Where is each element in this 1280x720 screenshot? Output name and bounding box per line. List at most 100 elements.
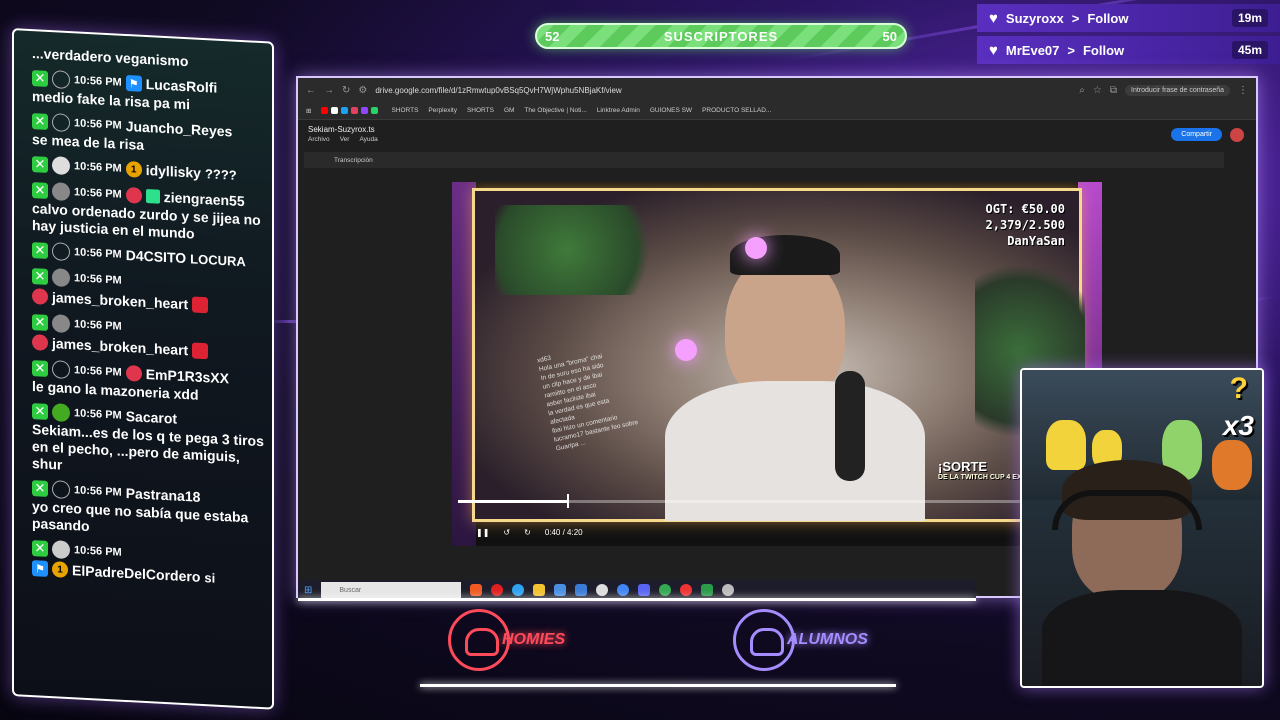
progress-bar[interactable] [458,494,1098,508]
forward-icon[interactable]: → [324,85,334,96]
chat-user[interactable]: ziengraen55 [164,189,245,209]
chat-user[interactable]: ElPadreDelCordero [72,562,200,585]
prime-badge-icon: ⚑ [125,74,142,92]
bookmark-item[interactable]: SHORTS [467,107,494,114]
apps-icon[interactable]: ⊞ [306,107,311,115]
app-icon[interactable] [701,584,714,596]
alert-time: 19m [1231,9,1268,27]
avatar [52,182,70,202]
avatar [52,113,70,133]
share-button[interactable]: Compartir [1171,128,1222,141]
homies-logo-icon [448,609,510,671]
rewind-icon[interactable]: ↺ [503,528,510,537]
bookmark-item[interactable]: GUIONES SW [650,107,692,114]
chat-user[interactable]: idyllisky [146,162,201,181]
bookmark-item[interactable]: The Objective | Noti... [524,107,586,114]
brave-icon[interactable] [470,584,483,596]
chat-time: 10:56 PM [74,364,122,379]
back-icon[interactable]: ← [306,85,316,96]
chat-message: ✕ 10:56 PM ⚑ LucasRolfi medio fake la ri… [32,68,264,117]
chat-user[interactable]: LucasRolfi [146,76,218,96]
account-avatar[interactable] [1230,128,1244,142]
subscriber-goal-bar: 52 SUSCRIPTORES 50 [535,23,907,49]
alumnos-logo: ALUMNOS [733,608,868,672]
chat-user[interactable]: james_broken_heart [52,289,188,312]
video-player[interactable]: xd63 Hola una "broma" chai In de suru es… [452,182,1102,546]
chat-time: 10:56 PM [74,160,122,175]
opera-icon[interactable] [491,584,504,596]
forward-skip-icon[interactable]: ↻ [524,528,531,537]
time-display: 0:40 / 4:20 [544,527,583,537]
menu-ver[interactable]: Ver [340,136,350,143]
mod-badge-icon: ✕ [32,113,48,130]
chat-time: 10:56 PM [74,272,122,287]
microphone [835,371,865,481]
goal-line: DanYaSan [1007,234,1065,248]
site-info-icon[interactable]: ⚙ [358,85,367,96]
folder-icon[interactable] [533,584,546,596]
avatar [52,540,70,560]
alumnos-logo-icon [733,609,795,671]
chat-user[interactable]: james_broken_heart [52,335,188,358]
pause-icon[interactable]: ❚❚ [476,528,489,537]
donation-goal: OGT: €50.00 2,379/2.500 DanYaSan [986,201,1065,249]
avatar [52,403,70,423]
bookmark-star-icon[interactable]: ☆ [1093,85,1102,96]
multiplier-label: x3 [1222,410,1254,441]
chat-time: 10:56 PM [74,117,122,132]
mod-badge-icon: ✕ [32,540,48,557]
bookmark-item[interactable]: GM [504,107,514,114]
chat-user[interactable]: Sacarot [126,408,177,427]
menu-archivo[interactable]: Archivo [308,136,330,143]
bookmark-item[interactable]: Linktree Admin [597,107,640,114]
transcription-button[interactable]: Transcripción [334,157,373,164]
menu-icon[interactable]: ⋮ [1238,85,1248,96]
url-field[interactable]: drive.google.com/file/d/1zRmwtup0vBSq5Qv… [375,86,1071,95]
avatar [52,70,70,90]
chat-user[interactable]: D4CSITO [126,247,186,266]
chat-text: LOCURA [190,250,246,269]
password-hint-button[interactable]: Introducir frase de contraseña [1125,84,1230,96]
discord-icon[interactable] [638,584,651,596]
chat-time: 10:56 PM [74,484,122,499]
app-icon[interactable] [722,584,735,596]
emote-icon [192,296,209,314]
alert-user: MrEve07 [1005,42,1060,58]
taskbar-search[interactable]: Buscar [321,582,462,598]
homies-logo: HOMIES [448,608,565,672]
chat-text: si [204,569,216,586]
subscriber-title: SUSCRIPTORES [663,28,779,44]
pokeball-icon[interactable] [680,584,693,596]
chat-user[interactable]: EmP1R3sXX [146,366,229,386]
app-icon[interactable] [575,584,588,596]
chat-user[interactable]: Pastrana18 [126,485,201,505]
chat-message: ✕ 10:56 PM ⚑ 1 ElPadreDelCordero si [32,538,264,590]
mystery-icon: ? [1229,372,1248,405]
chat-time: 10:56 PM [74,407,122,422]
mod-badge-icon: ✕ [32,268,48,285]
bookmark-item[interactable]: Perplexity [428,107,457,114]
reload-icon[interactable]: ↻ [342,85,350,96]
heart-badge-icon [125,186,142,204]
chat-panel: ...verdadero veganismo ✕ 10:56 PM ⚑ Luca… [12,28,274,710]
alert-arrow: > [1067,42,1075,58]
bookmark-item[interactable]: SHORTS [391,107,418,114]
windows-start-icon[interactable]: ⊞ [304,585,312,596]
store-icon[interactable] [554,584,567,596]
drive-header: Sekiam-Suzyrox.ts Archivo Ver Ayuda Comp… [298,120,1256,148]
chrome-icon[interactable] [617,584,630,596]
menu-ayuda[interactable]: Ayuda [359,136,377,143]
alert-user: Suzyroxx [1005,10,1064,26]
app-icon[interactable] [659,584,672,596]
progress-fill [458,500,567,503]
avatar [52,156,70,176]
obs-icon[interactable] [596,584,609,596]
accent-line [298,598,976,601]
extensions-icon[interactable]: ⧉ [1110,85,1117,96]
edge-icon[interactable] [512,584,525,596]
progress-knob[interactable] [566,494,569,508]
homies-label: HOMIES [502,631,566,648]
chat-time: 10:56 PM [74,186,122,201]
zoom-icon[interactable]: ⌕ [1079,85,1085,96]
bookmark-item[interactable]: PRODUCTO SELLAD... [702,107,771,114]
